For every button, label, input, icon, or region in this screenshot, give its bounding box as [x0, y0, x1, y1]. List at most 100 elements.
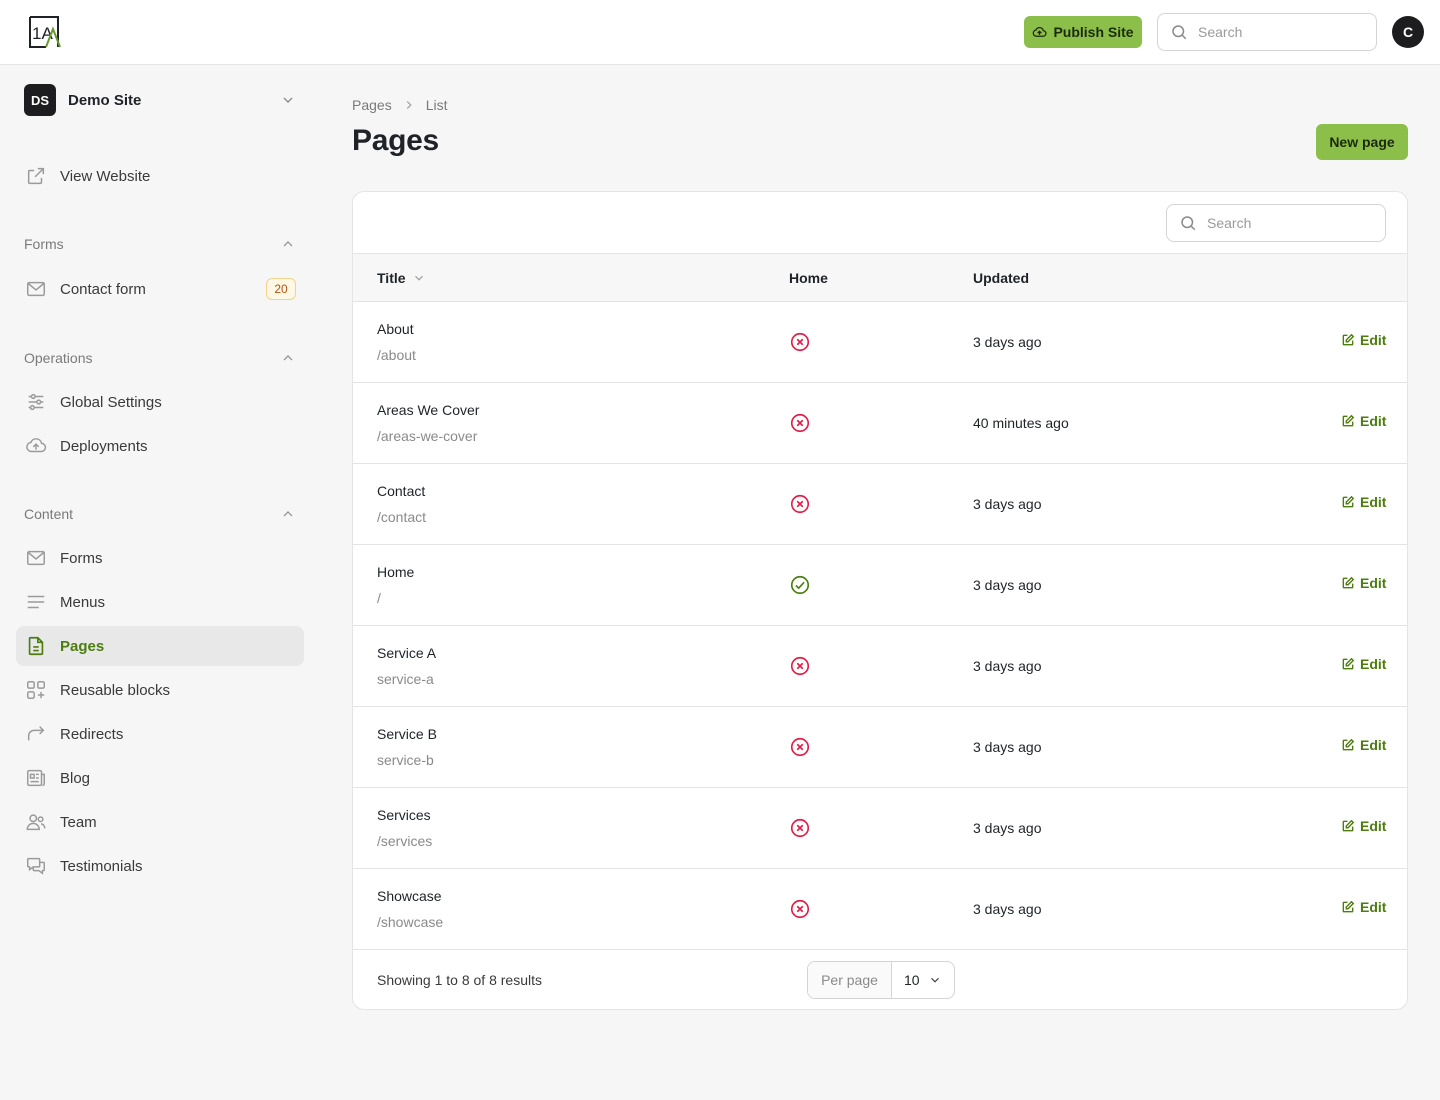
- row-slug: service-b: [377, 752, 434, 768]
- x-circle-icon: [790, 737, 810, 757]
- global-search-input[interactable]: [1198, 24, 1358, 40]
- column-title[interactable]: Title: [377, 254, 426, 302]
- row-title[interactable]: Services: [377, 807, 431, 823]
- row-title[interactable]: Contact: [377, 483, 425, 499]
- sidebar-item-forms[interactable]: Forms: [16, 538, 304, 578]
- newspaper-icon: [24, 766, 48, 790]
- sidebar-item-pages[interactable]: Pages: [16, 626, 304, 666]
- x-circle-icon: [790, 818, 810, 838]
- sidebar-item-blog[interactable]: Blog: [16, 758, 304, 798]
- row-updated: 3 days ago: [973, 739, 1042, 755]
- row-slug: /areas-we-cover: [377, 428, 478, 444]
- blocks-icon: [24, 678, 48, 702]
- edit-label: Edit: [1360, 575, 1387, 591]
- row-title[interactable]: Service A: [377, 645, 436, 661]
- user-avatar[interactable]: C: [1392, 16, 1424, 48]
- edit-button[interactable]: Edit: [1341, 494, 1386, 510]
- cloud-upload-icon: [24, 434, 48, 458]
- edit-label: Edit: [1360, 413, 1387, 429]
- row-slug: /contact: [377, 509, 427, 525]
- row-updated: 3 days ago: [973, 496, 1042, 512]
- sidebar-item-label: Blog: [60, 769, 91, 787]
- sidebar-item-global-settings[interactable]: Global Settings: [16, 382, 304, 422]
- row-title[interactable]: Service B: [377, 726, 437, 742]
- per-page-value-box[interactable]: 10: [892, 972, 954, 988]
- per-page-select[interactable]: Per page 10: [807, 961, 955, 999]
- logo[interactable]: 1A: [26, 15, 62, 49]
- row-updated: 3 days ago: [973, 658, 1042, 674]
- group-content[interactable]: Content: [24, 504, 296, 524]
- new-page-button[interactable]: New page: [1316, 124, 1408, 160]
- sidebar-item-label: View Website: [60, 167, 151, 185]
- external-link-icon: [24, 164, 48, 188]
- column-updated: Updated: [973, 270, 1029, 286]
- sidebar-item-menus[interactable]: Menus: [16, 582, 304, 622]
- table-search-input[interactable]: [1207, 215, 1367, 231]
- sidebar-item-label: Forms: [60, 549, 103, 567]
- sidebar-item-label: Contact form: [60, 280, 146, 298]
- sidebar: DS Demo Site View Website Forms Contact …: [0, 65, 320, 1100]
- edit-button[interactable]: Edit: [1341, 737, 1386, 753]
- results-summary: Showing 1 to 8 of 8 results: [377, 972, 542, 988]
- sidebar-item-label: Global Settings: [60, 393, 162, 411]
- sidebar-item-label: Pages: [60, 637, 105, 655]
- edit-button[interactable]: Edit: [1341, 575, 1386, 591]
- table-row: Service A service-a 3 days ago Edit: [353, 626, 1407, 707]
- sidebar-item-label: Redirects: [60, 725, 124, 743]
- chevron-up-icon: [283, 241, 293, 247]
- row-title[interactable]: Home: [377, 564, 414, 580]
- sidebar-item-testimonials[interactable]: Testimonials: [16, 846, 304, 886]
- sidebar-item-view-website[interactable]: View Website: [16, 156, 304, 196]
- edit-label: Edit: [1360, 818, 1387, 834]
- menu-lines-icon: [24, 590, 48, 614]
- sidebar-item-contact-form[interactable]: Contact form 20: [16, 269, 304, 309]
- row-updated: 3 days ago: [973, 820, 1042, 836]
- edit-button[interactable]: Edit: [1341, 656, 1386, 672]
- table-row: Home / 3 days ago Edit: [353, 545, 1407, 626]
- sidebar-item-label: Menus: [60, 593, 106, 611]
- edit-button[interactable]: Edit: [1341, 413, 1386, 429]
- row-title[interactable]: About: [377, 321, 414, 337]
- table-row: Service B service-b 3 days ago Edit: [353, 707, 1407, 788]
- x-circle-icon: [790, 494, 810, 514]
- publish-site-button[interactable]: Publish Site: [1024, 16, 1142, 48]
- publish-site-label: Publish Site: [1053, 24, 1134, 40]
- table-row: Showcase/showcase 3 days ago Edit: [353, 869, 1407, 950]
- row-slug: /showcase: [377, 914, 444, 930]
- edit-label: Edit: [1360, 899, 1387, 915]
- row-updated: 3 days ago: [973, 577, 1042, 593]
- table-search[interactable]: [1166, 204, 1386, 242]
- x-circle-icon: [790, 413, 810, 433]
- edit-button[interactable]: Edit: [1341, 899, 1386, 915]
- chevron-right-icon: [406, 101, 412, 109]
- group-label: Forms: [24, 236, 64, 252]
- group-label: Content: [24, 506, 74, 522]
- sidebar-item-deployments[interactable]: Deployments: [16, 426, 304, 466]
- x-circle-icon: [790, 899, 810, 919]
- row-slug: service-a: [377, 671, 434, 687]
- edit-button[interactable]: Edit: [1341, 818, 1386, 834]
- row-slug: /: [377, 590, 381, 606]
- pencil-square-icon: [1342, 495, 1355, 508]
- site-switcher[interactable]: DS Demo Site: [24, 84, 296, 116]
- row-title[interactable]: Areas We Cover: [377, 402, 479, 418]
- global-search[interactable]: [1157, 13, 1377, 51]
- group-forms[interactable]: Forms: [24, 234, 296, 254]
- sidebar-item-reusable-blocks[interactable]: Reusable blocks: [16, 670, 304, 710]
- per-page-label: Per page: [808, 962, 892, 998]
- search-icon: [1172, 25, 1187, 40]
- row-title[interactable]: Showcase: [377, 888, 442, 904]
- pencil-square-icon: [1342, 900, 1355, 913]
- breadcrumb-pages[interactable]: Pages: [352, 97, 392, 113]
- group-operations[interactable]: Operations: [24, 348, 296, 368]
- sidebar-item-redirects[interactable]: Redirects: [16, 714, 304, 754]
- row-updated: 40 minutes ago: [973, 415, 1069, 431]
- chevron-down-icon: [931, 977, 939, 983]
- x-circle-icon: [790, 332, 810, 352]
- edit-button[interactable]: Edit: [1341, 332, 1386, 348]
- sidebar-item-team[interactable]: Team: [16, 802, 304, 842]
- site-name: Demo Site: [68, 91, 142, 109]
- cloud-upload-icon: [1033, 26, 1047, 37]
- page-title: Pages: [352, 124, 439, 157]
- table-row: Services/services 3 days ago Edit: [353, 788, 1407, 869]
